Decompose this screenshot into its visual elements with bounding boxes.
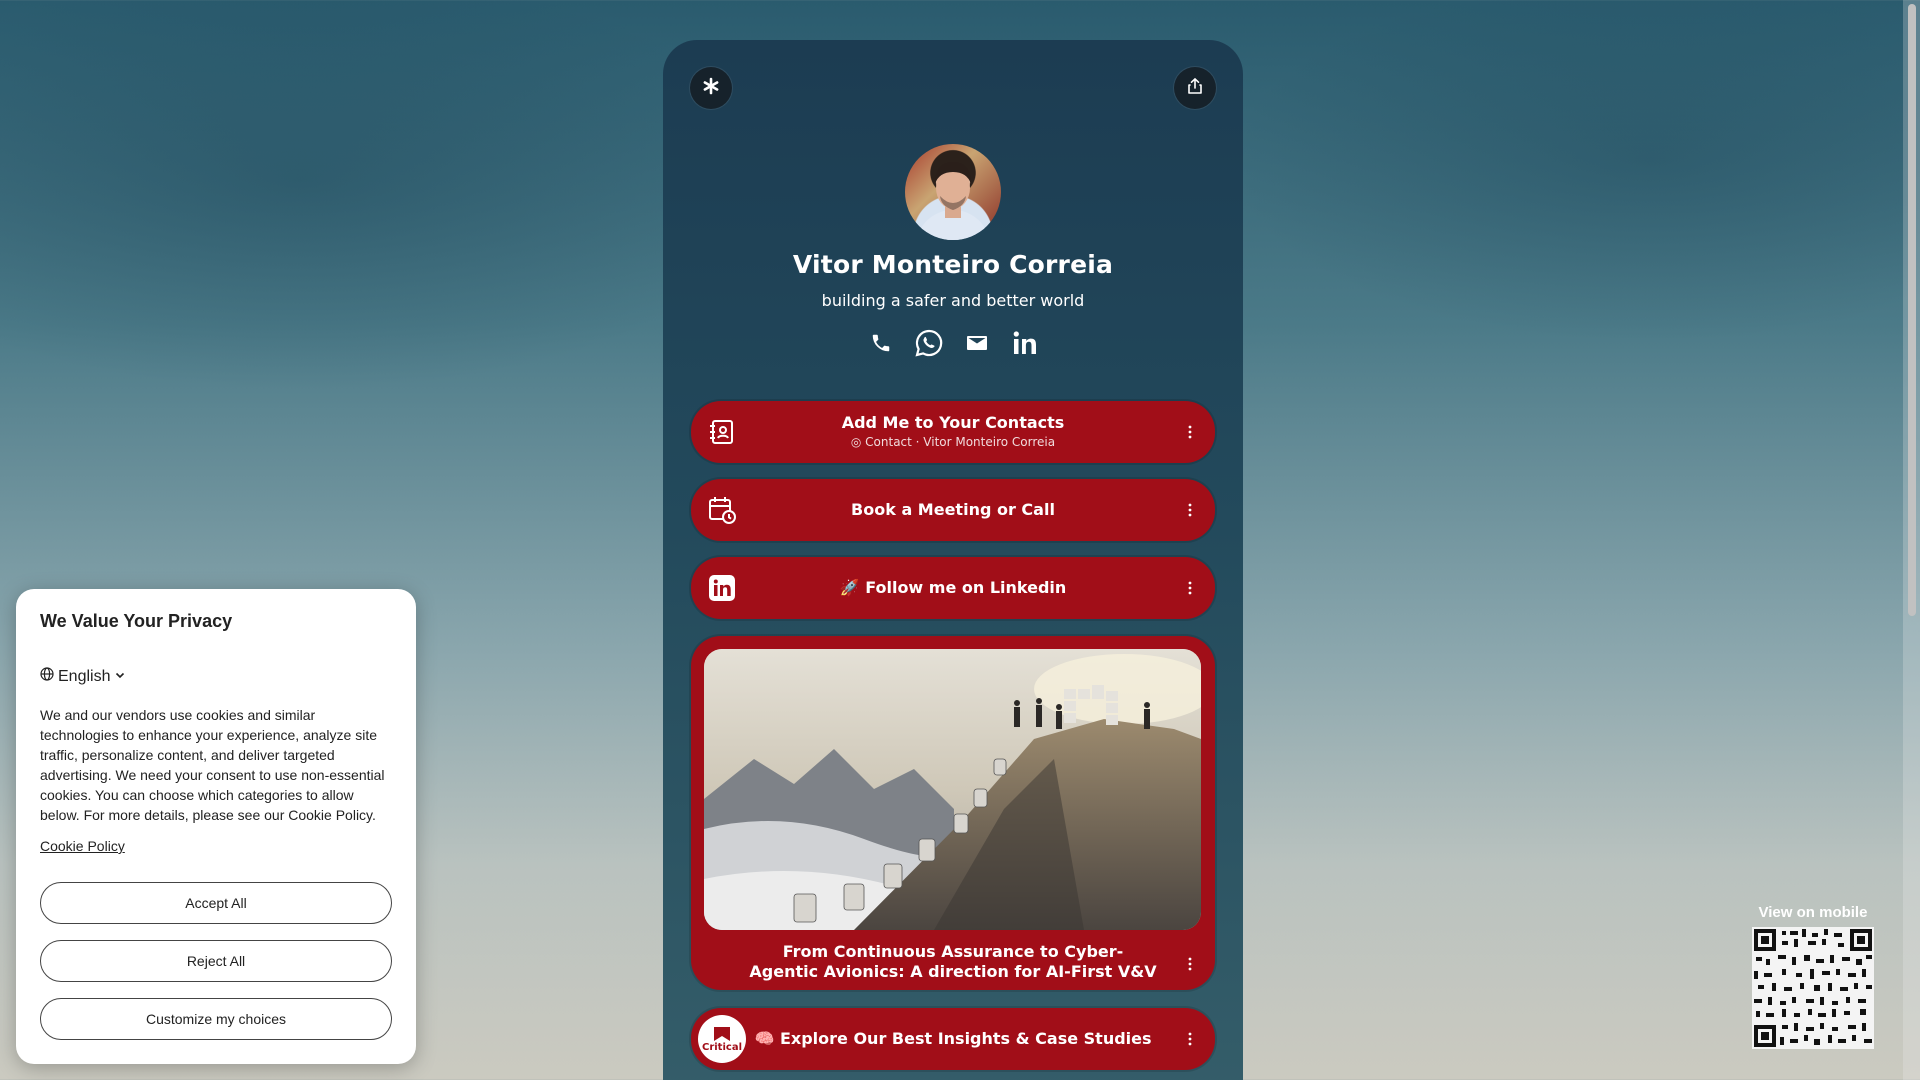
- linktree-logo-button[interactable]: [690, 67, 732, 109]
- linkedin-box-icon: [705, 571, 739, 605]
- language-selector[interactable]: English: [40, 667, 126, 686]
- add-contacts-title: Add Me to Your Contacts: [841, 413, 1065, 432]
- add-contacts-button[interactable]: Add Me to Your Contacts ◎ Contact · Vito…: [691, 401, 1215, 463]
- share-button[interactable]: [1174, 67, 1216, 109]
- email-icon[interactable]: [962, 328, 992, 358]
- scrollbar[interactable]: [1903, 0, 1920, 1080]
- language-label: English: [58, 667, 111, 685]
- featured-title-line-2: Agentic Avionics: A direction for AI-Fir…: [749, 962, 1157, 981]
- scrollbar-thumb[interactable]: [1908, 4, 1916, 616]
- featured-article-title: From Continuous Assurance to Cyber- Agen…: [731, 942, 1175, 982]
- privacy-description: We and our vendors use cookies and simil…: [40, 707, 385, 823]
- more-options-icon[interactable]: [1185, 1029, 1195, 1049]
- chevron-down-icon: [114, 668, 126, 686]
- customize-choices-button[interactable]: Customize my choices: [40, 998, 392, 1040]
- asterisk-icon: [701, 76, 721, 100]
- book-meeting-title: Book a Meeting or Call: [851, 500, 1055, 519]
- critical-logo-badge: Critical: [698, 1015, 746, 1063]
- accept-all-button[interactable]: Accept All: [40, 882, 392, 924]
- reject-all-button[interactable]: Reject All: [40, 940, 392, 982]
- featured-title-line-1: From Continuous Assurance to Cyber-: [782, 942, 1124, 961]
- avatar: [905, 144, 1001, 240]
- calendar-clock-icon: [705, 493, 739, 527]
- cookie-policy-link[interactable]: Cookie Policy: [40, 838, 125, 854]
- more-options-icon[interactable]: [1185, 954, 1195, 974]
- explore-insights-button[interactable]: Critical 🧠 Explore Our Best Insights & C…: [691, 1008, 1215, 1070]
- critical-logo-text: Critical: [701, 1041, 742, 1053]
- explore-insights-title: 🧠 Explore Our Best Insights & Case Studi…: [754, 1029, 1152, 1048]
- profile-name: Vitor Monteiro Correia: [792, 250, 1114, 279]
- social-icons: [663, 328, 1243, 358]
- more-options-icon[interactable]: [1185, 500, 1195, 520]
- privacy-dialog: We Value Your Privacy English We and our…: [16, 589, 416, 1064]
- more-options-icon[interactable]: [1185, 578, 1195, 598]
- follow-linkedin-title: 🚀 Follow me on Linkedin: [839, 578, 1067, 597]
- globe-icon: [40, 667, 54, 686]
- linkedin-icon[interactable]: [1010, 328, 1040, 358]
- add-contacts-subtitle: ◎ Contact · Vitor Monteiro Correia: [850, 435, 1056, 449]
- view-on-mobile: View on mobile: [1748, 904, 1878, 1049]
- qr-label: View on mobile: [1758, 904, 1868, 921]
- featured-article-card[interactable]: From Continuous Assurance to Cyber- Agen…: [691, 636, 1215, 990]
- follow-linkedin-button[interactable]: 🚀 Follow me on Linkedin: [691, 557, 1215, 619]
- share-icon: [1186, 77, 1204, 99]
- phone-icon[interactable]: [866, 328, 896, 358]
- profile-tagline: building a safer and better world: [821, 291, 1085, 310]
- privacy-title: We Value Your Privacy: [40, 611, 233, 631]
- critical-logo: Critical: [698, 1015, 746, 1063]
- qr-code[interactable]: [1752, 927, 1874, 1049]
- more-options-icon[interactable]: [1185, 422, 1195, 442]
- whatsapp-icon[interactable]: [914, 328, 944, 358]
- book-meeting-button[interactable]: Book a Meeting or Call: [691, 479, 1215, 541]
- profile-card: Vitor Monteiro Correia building a safer …: [663, 40, 1243, 1080]
- featured-article-image: [704, 649, 1201, 930]
